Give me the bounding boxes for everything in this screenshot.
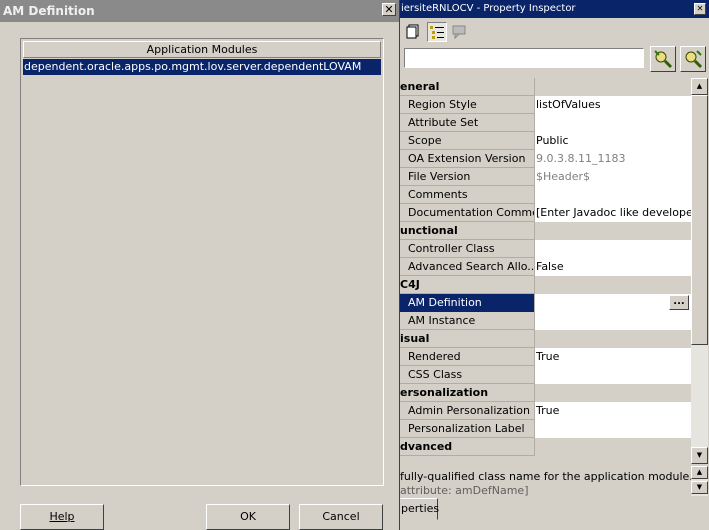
section-label: unctional [400, 222, 535, 240]
property-documentation-comment[interactable]: Documentation Comment[Enter Javadoc like… [400, 204, 691, 222]
property-name: Region Style [400, 96, 535, 114]
browse-button[interactable]: ... [669, 295, 689, 310]
property-value[interactable]: [Enter Javadoc like developer ... [535, 204, 691, 222]
property-name: Admin Personalization [400, 402, 535, 420]
property-inspector: iersiteRNLOCV - Property Inspector ✕ ene… [400, 0, 709, 530]
close-icon[interactable]: ✕ [382, 3, 396, 16]
property-name: AM Definition [400, 294, 535, 312]
property-value[interactable]: Public [535, 132, 691, 150]
comment-icon[interactable] [450, 22, 470, 42]
section-label: isual [400, 330, 535, 348]
categorized-list-icon[interactable] [427, 22, 447, 42]
property-attribute-set[interactable]: Attribute Set [400, 114, 691, 132]
section-bc4j[interactable]: C4J [400, 276, 691, 294]
property-controller-class[interactable]: Controller Class [400, 240, 691, 258]
cancel-button[interactable]: Cancel [299, 504, 383, 530]
property-oa-extension-version[interactable]: OA Extension Version 9.0.3.8.11_1183 [400, 150, 691, 168]
property-value[interactable] [535, 240, 691, 258]
property-personalization-label[interactable]: Personalization Label [400, 420, 691, 438]
am-definition-dialog: AM Definition ✕ Application Modules depe… [0, 0, 400, 530]
inspector-title: iersiteRNLOCV - Property Inspector [401, 3, 576, 14]
property-scope[interactable]: Scope Public [400, 132, 691, 150]
property-name: CSS Class [400, 366, 535, 384]
description-scroll-up-icon[interactable]: ▲ [691, 466, 708, 479]
help-button[interactable]: Help [20, 504, 104, 530]
section-general[interactable]: eneral [400, 78, 691, 96]
section-label: eneral [400, 78, 535, 96]
description-scrollbar[interactable]: ▲ ▼ [691, 466, 708, 496]
section-label: dvanced [400, 438, 535, 456]
property-name: Comments [400, 186, 535, 204]
property-value: $Header$ [535, 168, 691, 186]
toggle-view-icon[interactable] [404, 22, 424, 42]
property-value[interactable] [535, 312, 691, 330]
property-value[interactable] [535, 366, 691, 384]
description-scroll-down-icon[interactable]: ▼ [691, 481, 708, 494]
property-value[interactable] [535, 186, 691, 204]
tab-properties[interactable]: perties [400, 498, 439, 520]
property-css-class[interactable]: CSS Class [400, 366, 691, 384]
property-name: Scope [400, 132, 535, 150]
section-personalization[interactable]: ersonalization [400, 384, 691, 402]
description-line-1: fully-qualified class name for the appli… [400, 470, 691, 483]
property-value[interactable]: False [535, 258, 691, 276]
property-value[interactable]: listOfValues [535, 96, 691, 114]
section-advanced[interactable]: dvanced [400, 438, 691, 456]
property-name: OA Extension Version [400, 150, 535, 168]
property-search-input[interactable] [404, 48, 644, 68]
scroll-down-icon[interactable]: ▼ [691, 447, 708, 464]
property-value[interactable] [535, 114, 691, 132]
property-file-version[interactable]: File Version $Header$ [400, 168, 691, 186]
property-name: Personalization Label [400, 420, 535, 438]
property-region-style[interactable]: Region Style listOfValues [400, 96, 691, 114]
dialog-title-bar[interactable]: AM Definition ✕ [0, 0, 399, 22]
property-value[interactable]: True [535, 402, 691, 420]
scroll-up-icon[interactable]: ▲ [691, 78, 708, 95]
list-item[interactable]: dependent.oracle.apps.po.mgmt.lov.server… [23, 59, 381, 75]
property-am-instance[interactable]: AM Instance [400, 312, 691, 330]
property-grid: eneral Region Style listOfValues Attribut… [400, 78, 691, 464]
find-next-icon[interactable] [680, 46, 706, 72]
property-value[interactable] [535, 420, 691, 438]
help-button-label: Help [49, 510, 75, 523]
property-name: Controller Class [400, 240, 535, 258]
property-name: AM Instance [400, 312, 535, 330]
property-advanced-search-allowed[interactable]: Advanced Search Allo... False [400, 258, 691, 276]
property-am-definition[interactable]: AM Definition... [400, 294, 691, 312]
section-label: C4J [400, 276, 535, 294]
pin-icon[interactable]: ✕ [694, 3, 706, 15]
property-admin-personalization[interactable]: Admin Personalization True [400, 402, 691, 420]
property-value: 9.0.3.8.11_1183 [535, 150, 691, 168]
property-name: Documentation Comment [400, 204, 535, 222]
property-name: File Version [400, 168, 535, 186]
property-value[interactable]: True [535, 348, 691, 366]
property-name: Attribute Set [400, 114, 535, 132]
application-modules-list[interactable]: Application Modules dependent.oracle.app… [20, 38, 384, 486]
section-label: ersonalization [400, 384, 535, 402]
inspector-title-bar[interactable]: iersiteRNLOCV - Property Inspector ✕ [400, 0, 709, 18]
section-visual[interactable]: isual [400, 330, 691, 348]
find-property-icon[interactable] [650, 46, 676, 72]
list-column-header[interactable]: Application Modules [23, 41, 381, 58]
scroll-thumb[interactable] [691, 95, 708, 345]
property-name: Advanced Search Allo... [400, 258, 535, 276]
property-value[interactable]: ... [535, 294, 691, 312]
section-functional[interactable]: unctional [400, 222, 691, 240]
property-rendered[interactable]: Rendered True [400, 348, 691, 366]
description-line-2: attribute: amDefName] [400, 484, 529, 496]
dialog-title: AM Definition [3, 4, 95, 18]
property-grid-scrollbar[interactable]: ▲ ▼ [691, 78, 708, 464]
property-comments[interactable]: Comments [400, 186, 691, 204]
ok-button[interactable]: OK [206, 504, 290, 530]
property-description: fully-qualified class name for the appli… [400, 466, 691, 496]
property-name: Rendered [400, 348, 535, 366]
